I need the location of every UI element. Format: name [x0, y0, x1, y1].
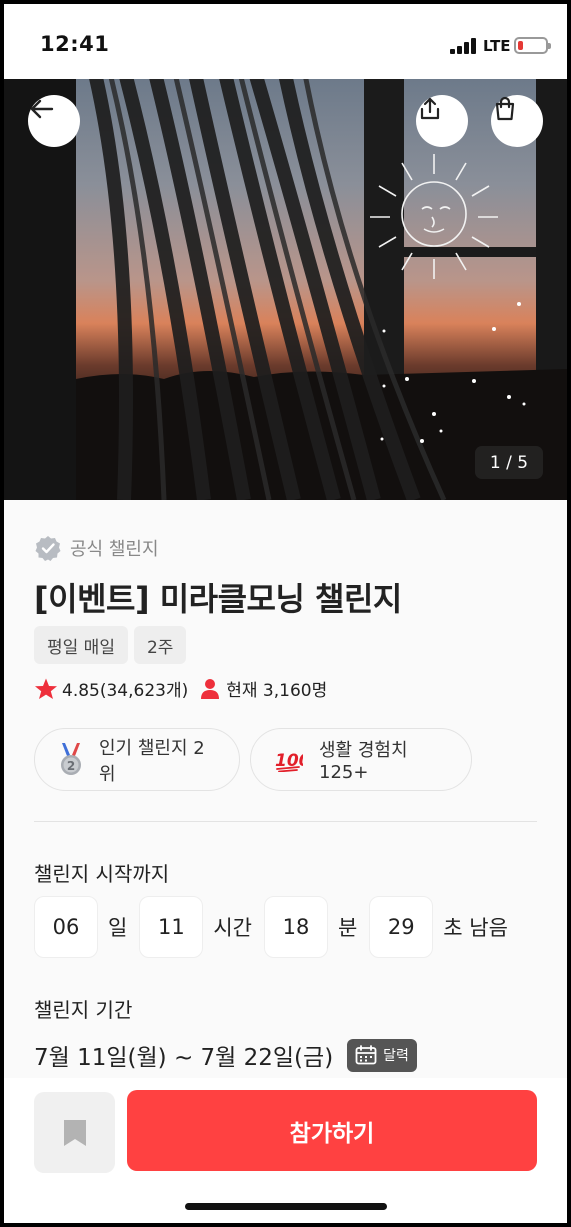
countdown-label: 챌린지 시작까지 [34, 862, 170, 886]
device-frame: 12:41 LTE 1 / 5 공식 챌린지 [이벤트] 미라클모닝 챌린지 평… [0, 0, 571, 1227]
join-button[interactable]: 참가하기 [127, 1090, 537, 1171]
arrow-left-icon [30, 99, 54, 119]
status-bar: 12:41 LTE [4, 4, 567, 79]
challenge-title: [이벤트] 미라클모닝 챌린지 [34, 580, 402, 618]
app-screen: 12:41 LTE 1 / 5 공식 챌린지 [이벤트] 미라클모닝 챌린지 평… [4, 4, 567, 1223]
challenge-period: 7월 11일(월) ~ 7월 22일(금) 달력 [34, 1038, 417, 1072]
star-icon [35, 678, 57, 699]
challenge-stats: 4.85(34,623개) 현재 3,160명 [34, 676, 327, 701]
official-label-text: 공식 챌린지 [70, 539, 159, 560]
badge-experience[interactable]: 100 생활 경험치 125+ [250, 728, 472, 791]
verified-badge-icon [35, 536, 61, 561]
hundred-points-icon: 100 [275, 748, 303, 772]
hero-photo [4, 79, 567, 500]
countdown-seconds-unit: 초 남음 [443, 916, 508, 940]
status-time: 12:41 [40, 32, 110, 56]
person-icon [201, 678, 220, 699]
shopping-bag-icon [495, 96, 515, 121]
tag-duration: 2주 [133, 626, 187, 664]
badge-popular-rank-label: 인기 챌린지 2위 [99, 737, 205, 785]
countdown-days-unit: 일 [108, 916, 128, 940]
rating-text: 4.85(34,623개) [62, 681, 189, 701]
bookmark-icon [63, 1119, 86, 1146]
countdown-minutes-unit: 분 [337, 916, 358, 940]
calendar-button-label: 달력 [383, 1048, 409, 1064]
share-icon [420, 97, 440, 120]
participants-text: 현재 3,160명 [226, 681, 328, 701]
official-challenge-label: 공식 챌린지 [34, 534, 159, 562]
silver-medal-icon: 2 [59, 742, 83, 777]
battery-icon [514, 37, 551, 54]
network-label: LTE [483, 37, 511, 55]
countdown-hours: 11 [139, 896, 204, 958]
countdown-minutes: 18 [263, 896, 328, 958]
countdown-timer: 06 일 11 시간 18 분 29 초 남음 [34, 896, 520, 958]
countdown-days: 06 [34, 896, 98, 958]
challenge-badges: 2 인기 챌린지 2위 100 생활 경험치 125+ [34, 728, 472, 791]
calendar-button[interactable]: 달력 [347, 1038, 417, 1072]
challenge-tags: 평일 매일 2주 [34, 626, 187, 664]
image-page-counter: 1 / 5 [475, 446, 543, 479]
period-value: 7월 11일(월) ~ 7월 22일(금) [34, 1045, 334, 1071]
share-button[interactable] [416, 95, 468, 147]
cart-button[interactable] [491, 95, 543, 147]
calendar-icon [355, 1045, 377, 1065]
svg-text:2: 2 [67, 759, 75, 773]
period-label: 챌린지 기간 [34, 998, 133, 1022]
tag-frequency: 평일 매일 [34, 626, 128, 664]
back-button[interactable] [28, 95, 80, 147]
home-indicator [185, 1203, 387, 1210]
badge-experience-label: 생활 경험치 125+ [319, 740, 408, 783]
section-divider [34, 821, 537, 822]
hero-image-carousel[interactable]: 1 / 5 [4, 79, 567, 500]
countdown-hours-unit: 시간 [213, 916, 252, 940]
bottom-action-bar: 참가하기 [4, 1078, 567, 1223]
bookmark-button[interactable] [34, 1092, 115, 1173]
countdown-seconds: 29 [369, 896, 434, 958]
signal-icon [450, 38, 480, 54]
badge-popular-rank[interactable]: 2 인기 챌린지 2위 [34, 728, 240, 791]
